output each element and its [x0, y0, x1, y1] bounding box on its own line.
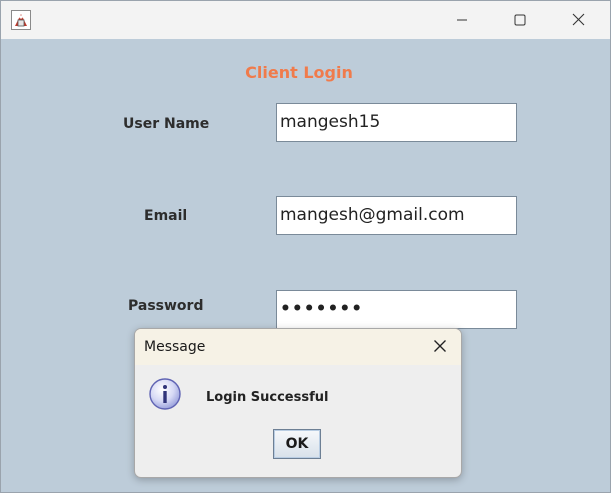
message-dialog: Message Login Successful OK [134, 328, 462, 478]
email-label: Email [144, 208, 188, 224]
maximize-icon [514, 11, 526, 30]
username-field[interactable]: mangesh15 [276, 103, 517, 142]
close-icon [433, 338, 447, 357]
password-label: Password [128, 298, 204, 314]
form-heading: Client Login [245, 63, 353, 82]
dialog-titlebar[interactable]: Message [135, 329, 461, 365]
dialog-message: Login Successful [206, 390, 329, 405]
minimize-icon [456, 11, 468, 30]
window-titlebar[interactable] [1, 1, 610, 39]
email-field[interactable]: mangesh@gmail.com [276, 196, 517, 235]
minimize-button[interactable] [439, 1, 485, 39]
maximize-button[interactable] [497, 1, 543, 39]
java-app-icon [11, 10, 31, 30]
info-icon [148, 377, 182, 411]
close-button[interactable] [555, 1, 601, 39]
password-field[interactable]: ••••••• [276, 290, 517, 329]
dialog-title: Message [144, 339, 206, 355]
dialog-close-button[interactable] [425, 333, 455, 361]
ok-button[interactable]: OK [273, 429, 321, 459]
close-icon [572, 11, 585, 30]
username-label: User Name [123, 116, 210, 132]
